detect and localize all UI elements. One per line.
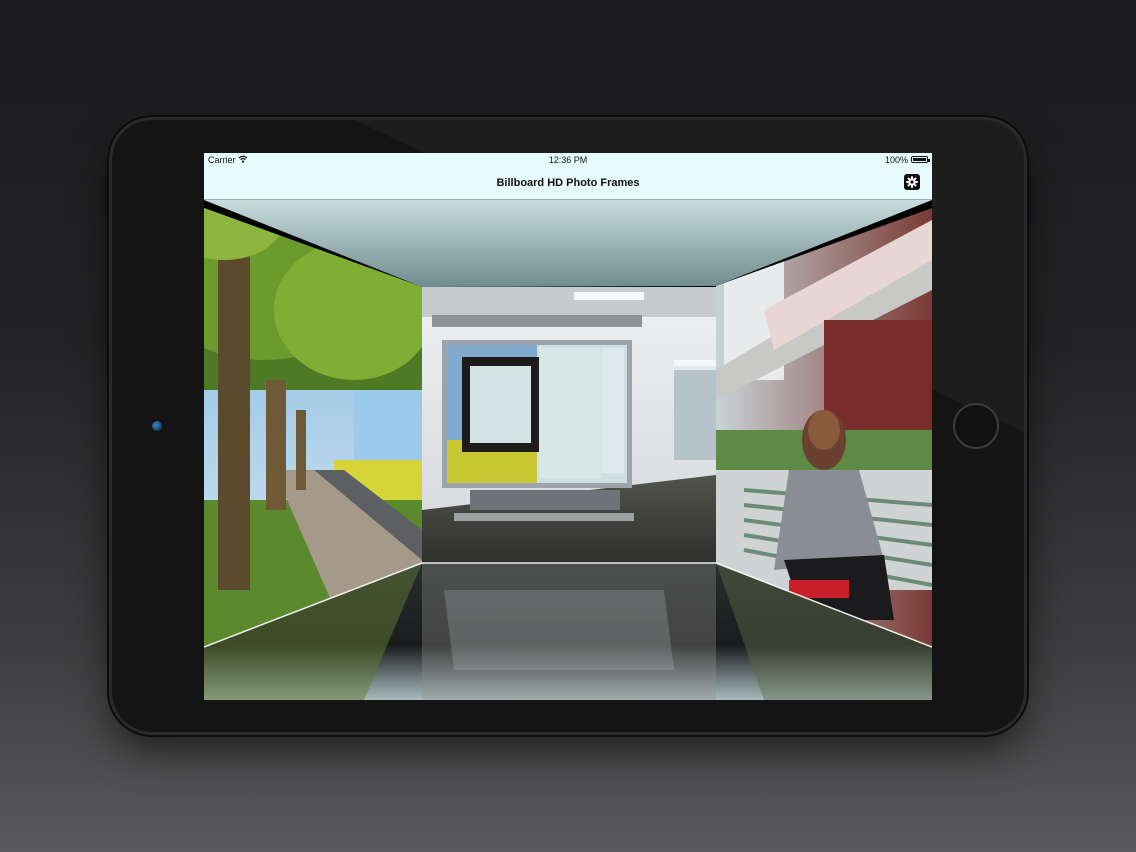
clock: 12:36 PM [548,155,588,165]
center-photo-panel[interactable] [422,287,716,563]
navigation-bar: Billboard HD Photo Frames [204,167,932,200]
settings-button[interactable] [904,174,920,190]
status-bar: Carrier 12:36 PM 100% [204,153,932,167]
photo-gallery-room[interactable] [204,200,932,700]
front-camera [152,421,162,431]
battery-percentage: 100% [884,155,908,165]
battery-icon [911,156,930,163]
screen: Carrier 12:36 PM 100% Billboard HD Photo… [204,153,932,700]
gear-icon [906,176,918,188]
page-title: Billboard HD Photo Frames [496,177,640,189]
home-button[interactable] [953,403,999,449]
